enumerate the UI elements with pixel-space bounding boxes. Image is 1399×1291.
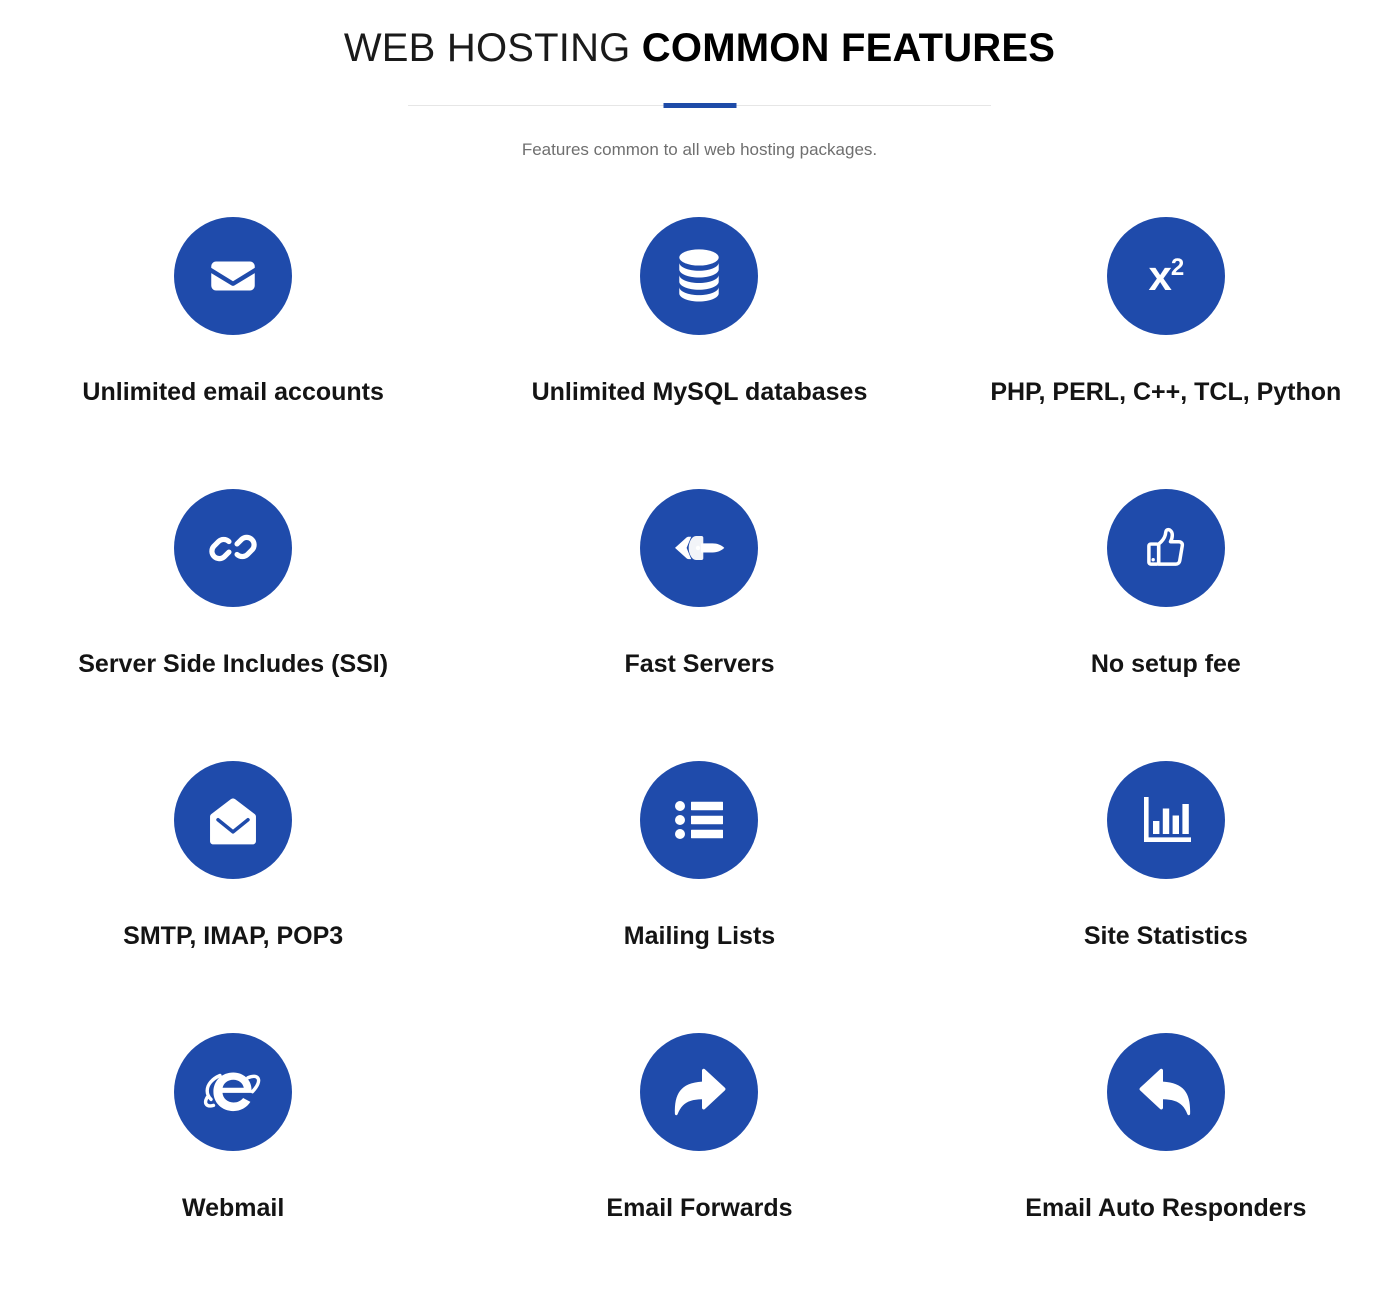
feature-label: Webmail: [181, 1193, 285, 1222]
feature-label: PHP, PERL, C++, TCL, Python: [990, 377, 1342, 406]
feature-item-fast-servers[interactable]: Fast Servers: [466, 488, 932, 761]
feature-label: Unlimited email accounts: [82, 377, 384, 406]
features-grid: Unlimited email accounts Unlimited MySQL…: [0, 162, 1399, 1291]
envelope-closed-icon: [174, 216, 293, 335]
feature-label: Email Forwards: [606, 1193, 793, 1222]
feature-label: Email Auto Responders: [1025, 1193, 1307, 1222]
feature-item-unlimited-mysql-databases[interactable]: Unlimited MySQL databases: [466, 216, 932, 489]
feature-item-server-side-includes[interactable]: Server Side Includes (SSI): [0, 488, 466, 761]
features-page: WEB HOSTING COMMON FEATURES Features com…: [0, 0, 1399, 1291]
reply-arrow-icon: [1106, 1032, 1225, 1151]
page-title: WEB HOSTING COMMON FEATURES: [0, 26, 1399, 71]
title-divider: [408, 102, 991, 109]
x-squared-base: x: [1148, 251, 1171, 299]
envelope-open-icon: [174, 760, 293, 879]
feature-item-smtp-imap-pop3[interactable]: SMTP, IMAP, POP3: [0, 760, 466, 1033]
thumbs-up-icon: [1106, 488, 1225, 607]
feature-label: No setup fee: [1090, 649, 1241, 678]
bar-chart-icon: [1106, 760, 1225, 879]
feature-label: Mailing Lists: [623, 921, 776, 950]
feature-item-webmail[interactable]: Webmail: [0, 1032, 466, 1291]
chain-link-icon: [174, 488, 293, 607]
space-shuttle-icon: [640, 488, 759, 607]
feature-item-no-setup-fee[interactable]: No setup fee: [933, 488, 1399, 761]
bulleted-list-icon: [640, 760, 759, 879]
page-title-light: WEB HOSTING: [343, 26, 642, 70]
feature-item-unlimited-email-accounts[interactable]: Unlimited email accounts: [0, 216, 466, 489]
page-subtitle: Features common to all web hosting packa…: [521, 139, 878, 159]
feature-label: SMTP, IMAP, POP3: [123, 921, 344, 950]
feature-label: Unlimited MySQL databases: [531, 377, 868, 406]
feature-item-mailing-lists[interactable]: Mailing Lists: [466, 760, 932, 1033]
internet-explorer-icon: [174, 1032, 293, 1151]
forward-arrow-icon: [640, 1032, 759, 1151]
feature-item-email-forwards[interactable]: Email Forwards: [466, 1032, 932, 1291]
divider-accent-bar: [663, 102, 736, 108]
page-header: WEB HOSTING COMMON FEATURES Features com…: [0, 0, 1399, 162]
feature-label: Site Statistics: [1083, 921, 1248, 950]
feature-label: Fast Servers: [624, 649, 775, 678]
x-squared-glyph: x2: [1148, 251, 1184, 299]
feature-label: Server Side Includes (SSI): [78, 649, 389, 678]
feature-item-site-statistics[interactable]: Site Statistics: [933, 760, 1399, 1033]
feature-item-email-auto-responders[interactable]: Email Auto Responders: [933, 1032, 1399, 1291]
feature-item-languages[interactable]: x2 PHP, PERL, C++, TCL, Python: [933, 216, 1399, 489]
x-squared-exponent: 2: [1170, 253, 1184, 281]
database-icon: [640, 216, 759, 335]
x-squared-icon: x2: [1106, 216, 1225, 335]
page-title-bold: COMMON FEATURES: [641, 26, 1056, 70]
